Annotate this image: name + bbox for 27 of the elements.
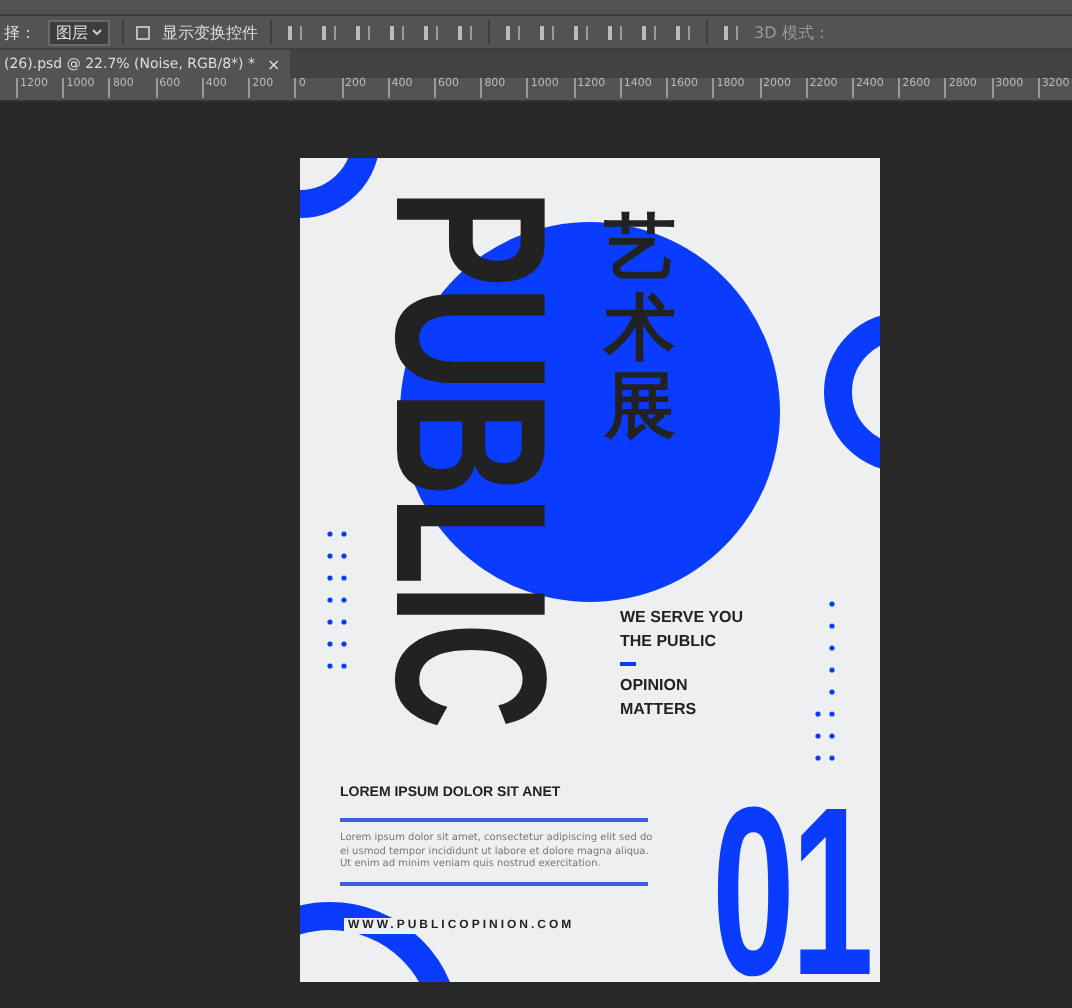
caret-icon [92,28,102,36]
select-label: 择： [4,21,36,43]
distribute-icon[interactable] [676,25,690,39]
align-icon[interactable] [356,25,370,39]
close-icon[interactable]: × [267,55,281,73]
distribute-icon[interactable] [540,25,554,39]
align-icon[interactable] [322,25,336,39]
subline: MATTERS [620,700,699,720]
align-icon[interactable] [288,25,302,39]
poster-chinese-title: 艺术展 [604,210,676,448]
poster-number: 01 [712,802,871,982]
align-icon[interactable] [458,25,472,39]
distribute-icon[interactable] [506,25,520,39]
tagline: THE PUBLIC [620,632,718,652]
tagline: WE SERVE YOU [620,608,743,628]
mode-label: 3D 模式： [754,21,830,43]
show-transform-checkbox[interactable] [136,25,150,39]
distribute-icon[interactable] [574,25,588,39]
distribute-icon[interactable] [608,25,622,39]
align-icon[interactable] [390,25,404,39]
distribute-icon[interactable] [642,25,656,39]
subline: OPINION [620,676,690,696]
layer-dropdown[interactable]: 图层 [48,19,110,45]
distribute-icon[interactable] [724,25,738,39]
poster-headline: PUBLIC [362,188,578,728]
show-transform-label: 显示变换控件 [162,21,258,43]
align-icon[interactable] [424,25,438,39]
